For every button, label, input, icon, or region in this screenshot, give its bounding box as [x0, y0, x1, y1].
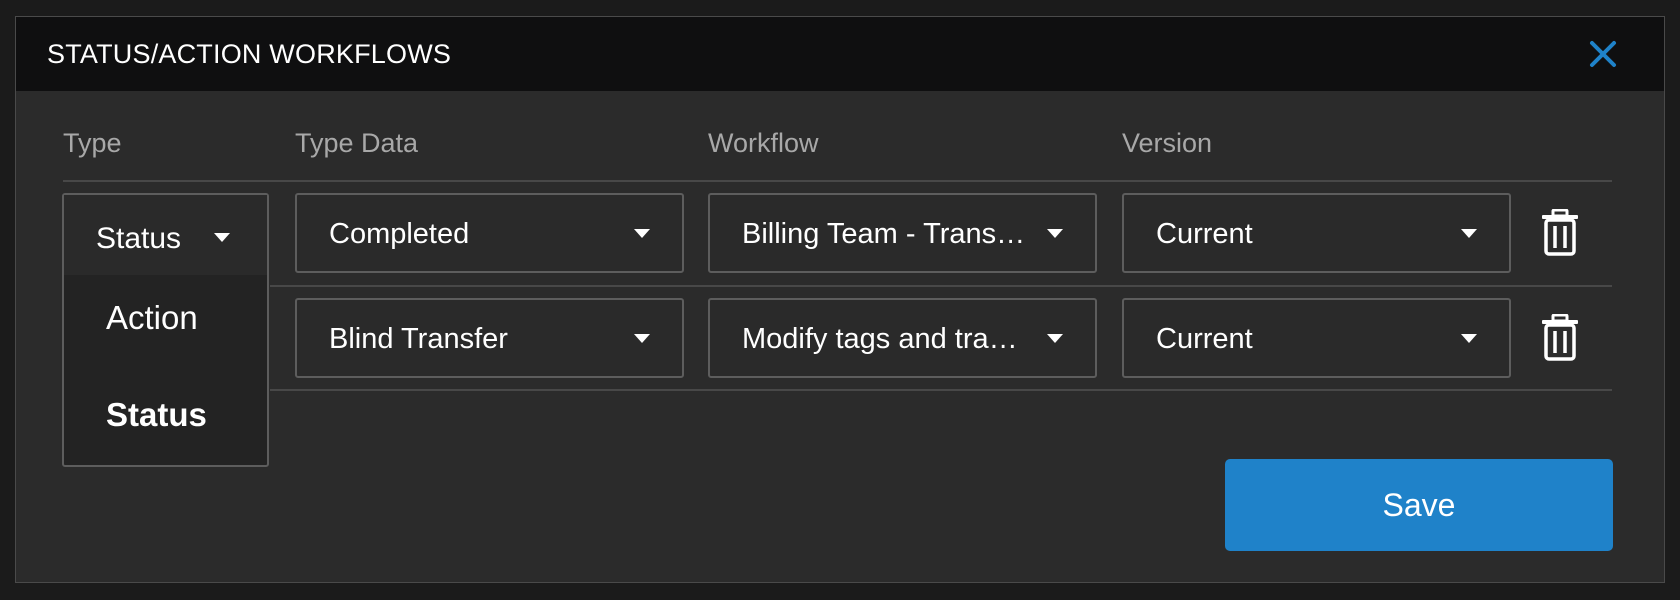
option-label: Status	[106, 396, 207, 433]
type-data-value: Blind Transfer	[329, 323, 508, 355]
type-option-action[interactable]: Action	[64, 273, 267, 363]
workflow-select[interactable]: Modify tags and tra…	[708, 298, 1097, 378]
workflow-select[interactable]: Billing Team - Trans…	[708, 193, 1097, 273]
workflow-value: Modify tags and tra…	[742, 323, 1018, 355]
type-data-value: Completed	[329, 218, 470, 250]
chevron-down-icon	[1461, 334, 1477, 343]
option-label: Action	[106, 299, 198, 336]
modal-title: STATUS/ACTION WORKFLOWS	[47, 39, 452, 69]
type-option-status[interactable]: Status	[64, 370, 267, 460]
column-header-type-data: Type Data	[295, 128, 419, 158]
column-header-version: Version	[1122, 128, 1213, 158]
row-divider	[270, 285, 1612, 287]
trash-icon[interactable]	[1540, 313, 1580, 362]
save-button-label: Save	[1382, 487, 1456, 523]
type-select[interactable]: Status	[64, 195, 267, 275]
version-value: Current	[1156, 323, 1253, 355]
header-divider	[63, 180, 1612, 182]
chevron-down-icon	[1047, 229, 1063, 238]
column-header-type: Type	[63, 128, 122, 158]
workflow-value: Billing Team - Trans…	[742, 218, 1026, 250]
save-button[interactable]: Save	[1225, 459, 1613, 551]
column-header-workflow: Workflow	[708, 128, 819, 158]
chevron-down-icon	[214, 233, 230, 242]
chevron-down-icon	[634, 229, 650, 238]
version-select[interactable]: Current	[1122, 193, 1511, 273]
type-data-select[interactable]: Completed	[295, 193, 684, 273]
version-value: Current	[1156, 218, 1253, 250]
modal-header: STATUS/ACTION WORKFLOWS	[16, 17, 1664, 91]
row-divider	[270, 389, 1612, 391]
version-select[interactable]: Current	[1122, 298, 1511, 378]
type-select-open[interactable]: Status Action Status	[62, 193, 269, 467]
chevron-down-icon	[1461, 229, 1477, 238]
type-value: Status	[96, 222, 182, 255]
type-data-select[interactable]: Blind Transfer	[295, 298, 684, 378]
chevron-down-icon	[634, 334, 650, 343]
close-icon[interactable]	[1584, 35, 1622, 73]
trash-icon[interactable]	[1540, 208, 1580, 257]
chevron-down-icon	[1047, 334, 1063, 343]
